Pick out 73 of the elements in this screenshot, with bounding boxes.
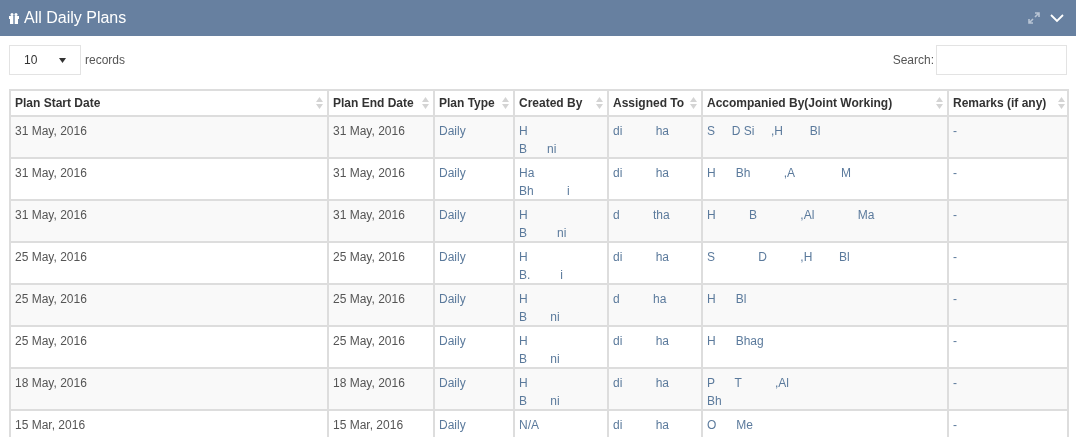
sort-icon xyxy=(1058,97,1065,109)
table-cell-text: N/A xyxy=(519,417,539,434)
table-cell-text: 31 May, 2016 xyxy=(333,207,405,224)
table-cell-text: Daily xyxy=(439,333,466,350)
search-field[interactable] xyxy=(936,45,1067,75)
table-cell-text: - xyxy=(953,333,957,350)
panel-title: All Daily Plans xyxy=(24,8,127,28)
table-cell-text: S D ,H Bl xyxy=(707,249,850,266)
table-cell-text: di ha xyxy=(613,249,670,266)
table-cell-text: di ha xyxy=(613,123,670,140)
table-cell-text: di ha xyxy=(613,165,670,182)
table-cell-text: 31 May, 2016 xyxy=(15,123,87,140)
column-header[interactable]: Plan Start Date xyxy=(11,91,327,115)
table-cell-text: H B ni xyxy=(519,333,560,368)
table-cell-text: H Bh ,A M xyxy=(707,165,852,182)
table-cell-text: - xyxy=(953,165,957,182)
caret-icon xyxy=(59,57,66,63)
table-cell-text: - xyxy=(953,123,957,140)
table-cell-text: H B ,Al Ma xyxy=(707,207,875,224)
table-cell-text: Daily xyxy=(439,165,466,182)
table-cell-text: H B ni xyxy=(519,291,560,326)
table-cell-text: Daily xyxy=(439,291,466,308)
table-cell-text: Ha Bh i xyxy=(519,165,570,200)
gift-icon xyxy=(8,12,20,24)
table-cell-text: - xyxy=(953,249,957,266)
table-cell-text: 25 May, 2016 xyxy=(333,291,405,308)
sort-icon xyxy=(502,97,509,109)
chevron-down-icon[interactable] xyxy=(1050,13,1064,23)
table-cell-text: O Me xyxy=(707,417,753,434)
table-cell-text: 31 May, 2016 xyxy=(333,165,405,182)
table-cell-text: H B ni xyxy=(519,207,567,242)
table-cell-text: Daily xyxy=(439,123,466,140)
table-cell-text: Daily xyxy=(439,375,466,392)
table-cell-text: H B. i xyxy=(519,249,563,284)
table-cell-text: d tha xyxy=(613,207,670,224)
table-cell-text: H Bl xyxy=(707,291,747,308)
table-cell-text: 15 Mar, 2016 xyxy=(333,417,404,434)
table-cell-text: 31 May, 2016 xyxy=(333,123,405,140)
table-cell-text: 18 May, 2016 xyxy=(15,375,87,392)
table-cell-text: Daily xyxy=(439,207,466,224)
table-cell-text: Daily xyxy=(439,249,466,266)
table-cell-text: di ha xyxy=(613,333,670,350)
sort-icon xyxy=(596,97,603,109)
table-cell-text: 18 May, 2016 xyxy=(333,375,405,392)
sort-icon xyxy=(422,97,429,109)
table-cell-text: P T ,Al Bh xyxy=(707,375,790,410)
records-select[interactable]: 10 xyxy=(9,45,81,75)
table-cell-text: H B ni xyxy=(519,123,557,158)
table-cell-text: di ha xyxy=(613,375,670,392)
search-label: Search: xyxy=(892,52,934,69)
table-cell-text: S D Si ,H Bl xyxy=(707,123,821,140)
table-cell-text: di ha xyxy=(613,417,670,434)
records-label: records xyxy=(85,52,125,69)
table-cell-text: - xyxy=(953,375,957,392)
table-cell-text: 25 May, 2016 xyxy=(15,333,87,350)
table-cell-text: - xyxy=(953,417,957,434)
table-cell-text: 25 May, 2016 xyxy=(15,291,87,308)
table-cell-text: Daily xyxy=(439,417,466,434)
table-cell-text: 31 May, 2016 xyxy=(15,207,87,224)
sort-icon xyxy=(316,97,323,109)
sort-icon xyxy=(936,97,943,109)
table-cell-text: 31 May, 2016 xyxy=(15,165,87,182)
expand-icon[interactable] xyxy=(1028,12,1040,24)
table-cell-text: H B ni xyxy=(519,375,560,410)
table-cell-text: 15 Mar, 2016 xyxy=(15,417,86,434)
table-cell-text: - xyxy=(953,291,957,308)
table-cell-text: d ha xyxy=(613,291,667,308)
table-cell-text: - xyxy=(953,207,957,224)
sort-icon xyxy=(690,97,697,109)
table-cell-text: 25 May, 2016 xyxy=(15,249,87,266)
table-cell-text: 25 May, 2016 xyxy=(333,333,405,350)
table-cell-text: H Bhag xyxy=(707,333,764,350)
table-cell-text: 25 May, 2016 xyxy=(333,249,405,266)
